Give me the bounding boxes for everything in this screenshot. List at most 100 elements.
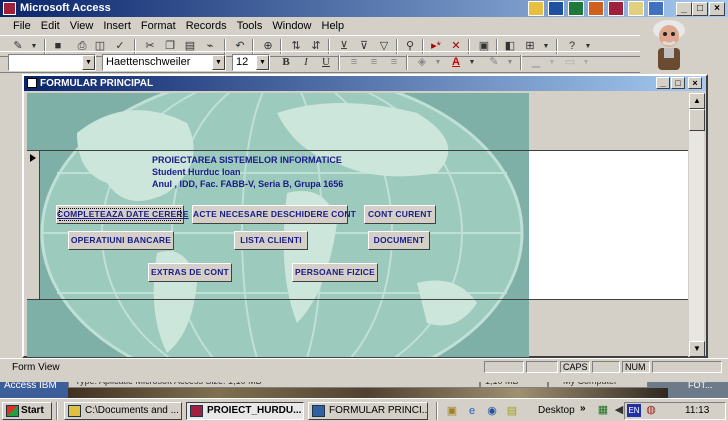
special-effect-icon[interactable]: ▭ — [562, 55, 578, 70]
excel-icon[interactable] — [568, 1, 584, 16]
font-size-combo[interactable]: 12 ▼ — [232, 54, 270, 71]
object-combo[interactable]: ▼ — [8, 54, 96, 71]
taskbar-separator — [436, 402, 438, 420]
operatiuni-bancare-button[interactable]: OPERATIUNI BANCARE — [68, 231, 174, 250]
status-panel — [484, 361, 524, 373]
menu-edit[interactable]: Edit — [36, 20, 65, 32]
taskbar-item-database[interactable]: PROIECT_HURDU... — [186, 402, 304, 420]
acte-necesare-button[interactable]: ACTE NECESARE DESCHIDERE CONT — [192, 205, 356, 224]
start-button[interactable]: Start — [2, 402, 52, 420]
taskbar-item-explorer[interactable]: C:\Documents and ... — [64, 402, 182, 420]
chevron-down-icon[interactable]: ▼ — [212, 55, 225, 70]
taskbar-item-label: FORMULAR PRINCI... — [329, 405, 428, 416]
menu-view[interactable]: View — [65, 20, 99, 32]
office-shortcut-icon[interactable] — [528, 1, 544, 16]
cont-curent-button[interactable]: CONT CURENT — [364, 205, 436, 224]
access-icon — [190, 405, 203, 417]
menu-format[interactable]: Format — [136, 20, 181, 32]
form-window-title: FORMULAR PRINCIPAL — [40, 78, 154, 89]
close-button[interactable]: × — [709, 2, 725, 16]
line-width-icon[interactable]: ▁ — [528, 55, 544, 70]
form-icon[interactable] — [27, 78, 37, 88]
maximize-button[interactable]: □ — [692, 2, 708, 16]
minimize-button[interactable]: _ — [676, 2, 692, 16]
underline-button[interactable]: U — [318, 55, 334, 70]
quicklaunch-folder-icon[interactable]: ▣ — [444, 404, 460, 419]
formatting-toolbar: ▼ Haettenschweiler ▼ 12 ▼ B I U ≡ ≡ ≡ ◈ … — [0, 51, 640, 73]
line-color-icon[interactable]: ✎ — [486, 55, 502, 70]
italic-button[interactable]: I — [298, 55, 314, 70]
tray-app-icon[interactable]: ◍ — [643, 403, 659, 418]
powerpoint-icon[interactable] — [588, 1, 604, 16]
student-name: Student Hurduc Ioan — [152, 167, 241, 177]
access-shortcut-icon[interactable] — [608, 1, 624, 16]
status-bar: Form View CAPS NUM — [0, 358, 728, 374]
quicklaunch-ie-icon[interactable]: e — [464, 404, 480, 419]
scroll-up-icon[interactable]: ▲ — [689, 93, 705, 109]
status-view-mode: Form View — [12, 362, 60, 373]
lista-clienti-button[interactable]: LISTA CLIENTI — [234, 231, 308, 250]
explorer-icon[interactable] — [648, 1, 664, 16]
quicklaunch-show-desktop-icon[interactable]: ▤ — [504, 404, 520, 419]
status-num: NUM — [622, 361, 650, 373]
form-icon — [312, 405, 325, 417]
form-minimize-button[interactable]: _ — [656, 77, 670, 89]
form-close-button[interactable]: × — [688, 77, 702, 89]
scroll-down-icon[interactable]: ▼ — [689, 341, 705, 357]
completeaza-date-cerere-button[interactable]: COMPLETEAZA DATE CERERE — [56, 205, 188, 224]
windows-taskbar: Start C:\Documents and ... PROIECT_HURDU… — [0, 398, 728, 421]
font-name-combo[interactable]: Haettenschweiler ▼ — [102, 54, 226, 71]
chevron-down-icon[interactable]: ▼ — [82, 55, 95, 70]
chevron-down-icon[interactable]: ▼ — [256, 55, 269, 70]
line-color-dropdown-icon[interactable]: ▼ — [502, 55, 518, 70]
outlook-icon[interactable] — [628, 1, 644, 16]
persoane-fizice-button[interactable]: PERSOANE FIZICE — [292, 263, 378, 282]
language-indicator[interactable]: EN — [627, 404, 641, 417]
windows-logo-icon — [6, 405, 19, 417]
record-selector[interactable] — [27, 151, 40, 299]
network-icon[interactable]: ▦ — [595, 403, 611, 418]
form-vertical-scrollbar[interactable]: ▲ ▼ — [688, 93, 705, 357]
word-icon[interactable] — [548, 1, 564, 16]
project-title: PROIECTAREA SISTEMELOR INFORMATICE — [152, 155, 342, 165]
taskbar-item-form[interactable]: FORMULAR PRINCI... — [308, 402, 428, 420]
clock[interactable]: 11:13 — [685, 405, 709, 416]
access-key-icon[interactable] — [3, 2, 16, 15]
toolbar-separator — [520, 55, 522, 70]
menu-window[interactable]: Window — [267, 20, 316, 32]
form-maximize-button[interactable]: □ — [671, 77, 685, 89]
form-window: FORMULAR PRINCIPAL _ □ × PROIECTAREA SIS… — [22, 74, 708, 358]
office-assistant-icon[interactable] — [648, 18, 690, 74]
quicklaunch-outlook-icon[interactable]: ◉ — [484, 404, 500, 419]
align-right-icon[interactable]: ≡ — [386, 55, 402, 70]
align-left-icon[interactable]: ≡ — [346, 55, 362, 70]
menu-insert[interactable]: Insert — [98, 20, 136, 32]
status-panel — [652, 361, 722, 373]
toolbar-separator — [406, 55, 408, 70]
fill-color-dropdown-icon[interactable]: ▼ — [430, 55, 446, 70]
special-effect-dropdown-icon[interactable]: ▼ — [578, 55, 594, 70]
menu-records[interactable]: Records — [181, 20, 232, 32]
font-color-dropdown-icon[interactable]: ▼ — [464, 55, 480, 70]
font-name-value: Haettenschweiler — [106, 56, 191, 68]
system-tray: ▦ ◀ EN ◍ 11:13 — [598, 402, 726, 420]
scroll-thumb[interactable] — [689, 109, 705, 131]
align-center-icon[interactable]: ≡ — [366, 55, 382, 70]
volume-icon[interactable]: ◀ — [611, 403, 627, 418]
menu-file[interactable]: File — [8, 20, 36, 32]
desktop-toolbar-label[interactable]: Desktop — [538, 405, 575, 416]
form-window-titlebar[interactable]: FORMULAR PRINCIPAL _ □ × — [24, 76, 706, 91]
bold-button[interactable]: B — [278, 55, 294, 70]
fill-color-icon[interactable]: ◈ — [414, 55, 430, 70]
background-photo — [68, 388, 668, 398]
status-panel — [526, 361, 558, 373]
taskbar-separator — [56, 402, 58, 420]
extras-de-cont-button[interactable]: EXTRAS DE CONT — [148, 263, 232, 282]
taskbar-item-label: C:\Documents and ... — [85, 405, 179, 416]
menu-tools[interactable]: Tools — [232, 20, 268, 32]
document-button[interactable]: DOCUMENT — [368, 231, 430, 250]
menu-help[interactable]: Help — [317, 20, 350, 32]
line-width-dropdown-icon[interactable]: ▼ — [544, 55, 560, 70]
toolbar-chevron-icon[interactable]: » — [580, 403, 586, 414]
font-color-icon[interactable]: A — [448, 55, 464, 70]
